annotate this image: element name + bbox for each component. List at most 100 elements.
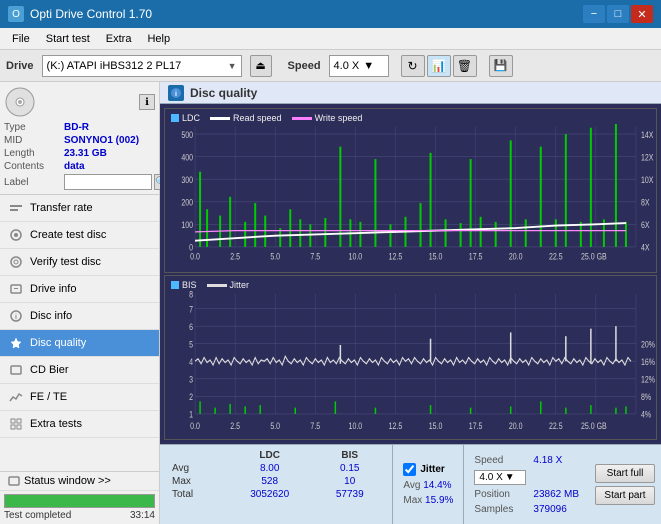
disc-icon [4,86,36,118]
svg-text:17.5: 17.5 [469,421,483,431]
minimize-button[interactable]: − [583,5,605,23]
status-window-label: Status window >> [24,475,111,487]
nav-cd-bier[interactable]: CD Bier [0,357,159,384]
nav-items: Transfer rate Create test disc Verify te… [0,195,159,471]
refresh-button[interactable]: ↻ [401,55,425,77]
save-button[interactable]: 💾 [489,55,513,77]
svg-text:17.5: 17.5 [469,252,483,262]
svg-text:0.0: 0.0 [190,421,200,431]
app-icon: O [8,6,24,22]
speed-label: Speed [288,60,321,72]
samples-row: Samples 379096 [474,504,579,515]
svg-text:12.5: 12.5 [389,421,403,431]
disc-contents-row: Contents data [4,161,155,172]
nav-drive-info-label: Drive info [30,283,76,295]
label-input[interactable] [64,174,152,190]
nav-verify-test-disc[interactable]: Verify test disc [0,249,159,276]
stats-total-ldc: 3052620 [224,488,315,501]
start-part-button[interactable]: Start part [595,486,655,505]
disc-fields: Type BD-R MID SONYNO1 (002) Length 23.31… [4,122,155,190]
jitter-section: Jitter Avg 14.4% Max 15.9% [392,445,463,524]
nav-fe-te[interactable]: FE / TE [0,384,159,411]
status-window-button[interactable]: Status window >> [0,472,159,491]
speed-selector[interactable]: 4.0 X ▼ [329,55,389,77]
status-window-icon [8,475,20,487]
read-speed-legend: Read speed [210,113,282,123]
stats-avg-ldc: 8.00 [224,462,315,475]
close-button[interactable]: ✕ [631,5,653,23]
nav-disc-info-label: Disc info [30,310,72,322]
samples-value: 379096 [533,504,566,515]
drive-info-icon [8,281,24,297]
svg-text:10X: 10X [641,175,654,185]
chart-button[interactable]: 📊 [427,55,451,77]
svg-text:20%: 20% [641,340,655,350]
disc-info-icon-btn[interactable]: ℹ [139,94,155,110]
drive-selector[interactable]: (K:) ATAPI iHBS312 2 PL17 ▼ [42,55,242,77]
speed-dropdown-arrow: ▼ [363,60,374,72]
nav-disc-quality[interactable]: Disc quality [0,330,159,357]
svg-text:300: 300 [181,175,193,185]
verify-test-disc-icon [8,254,24,270]
jitter-checkbox-row: Jitter [403,463,453,476]
jitter-max-row: Max 15.9% [403,495,453,506]
menu-file[interactable]: File [4,31,38,47]
stats-bis-header: BIS [315,449,384,462]
nav-extra-tests[interactable]: Extra tests [0,411,159,438]
menu-help[interactable]: Help [139,31,178,47]
speed-stat-value: 4.18 X [533,455,562,466]
disc-label-row: Label 🔍 [4,174,155,190]
svg-text:25.0 GB: 25.0 GB [581,252,607,262]
jitter-legend: Jitter [207,280,250,290]
svg-text:4%: 4% [641,410,651,420]
svg-text:4X: 4X [641,243,650,253]
svg-text:100: 100 [181,220,193,230]
mid-label: MID [4,135,64,146]
progress-section: Test completed 33:14 [0,491,159,524]
progress-bar-inner [5,495,154,507]
bis-chart: BIS Jitter [164,275,657,440]
menu-start-test[interactable]: Start test [38,31,98,47]
speed-select-dropdown[interactable]: 4.0 X ▼ [474,470,526,485]
nav-create-test-disc[interactable]: Create test disc [0,222,159,249]
title-bar-left: O Opti Drive Control 1.70 [8,6,152,22]
nav-transfer-rate[interactable]: Transfer rate [0,195,159,222]
start-full-button[interactable]: Start full [595,464,655,483]
stats-ldc-header: LDC [224,449,315,462]
svg-text:12.5: 12.5 [389,252,403,262]
title-controls: − □ ✕ [583,5,653,23]
nav-drive-info[interactable]: Drive info [0,276,159,303]
ldc-chart: LDC Read speed Write speed [164,108,657,273]
svg-text:6: 6 [189,322,193,332]
speed-value: 4.0 X [334,60,360,72]
speed-select-value: 4.0 X [479,472,502,483]
svg-text:6X: 6X [641,220,650,230]
sidebar: ℹ Type BD-R MID SONYNO1 (002) Length 23.… [0,82,160,524]
erase-button[interactable]: 🗑 [453,55,477,77]
fe-te-icon [8,389,24,405]
jitter-max-value: 15.9% [425,495,453,506]
create-test-disc-icon [8,227,24,243]
svg-text:400: 400 [181,153,193,163]
nav-disc-info[interactable]: i Disc info [0,303,159,330]
svg-text:4: 4 [189,357,193,367]
svg-text:16%: 16% [641,357,655,367]
drive-value: (K:) ATAPI iHBS312 2 PL17 [47,60,224,72]
contents-label: Contents [4,161,64,172]
jitter-checkbox[interactable] [403,463,416,476]
svg-text:200: 200 [181,198,193,208]
length-value: 23.31 GB [64,148,107,159]
maximize-button[interactable]: □ [607,5,629,23]
stats-avg-label: Avg [168,462,224,475]
mid-value: SONYNO1 (002) [64,135,139,146]
disc-mid-row: MID SONYNO1 (002) [4,135,155,146]
svg-text:22.5: 22.5 [549,421,563,431]
svg-text:14X: 14X [641,130,654,140]
svg-text:12X: 12X [641,153,654,163]
drive-eject-button[interactable]: ⏏ [250,55,272,77]
type-label: Type [4,122,64,133]
length-label: Length [4,148,64,159]
disc-info-panel: ℹ Type BD-R MID SONYNO1 (002) Length 23.… [0,82,159,195]
stats-max-ldc: 528 [224,475,315,488]
menu-extra[interactable]: Extra [98,31,140,47]
